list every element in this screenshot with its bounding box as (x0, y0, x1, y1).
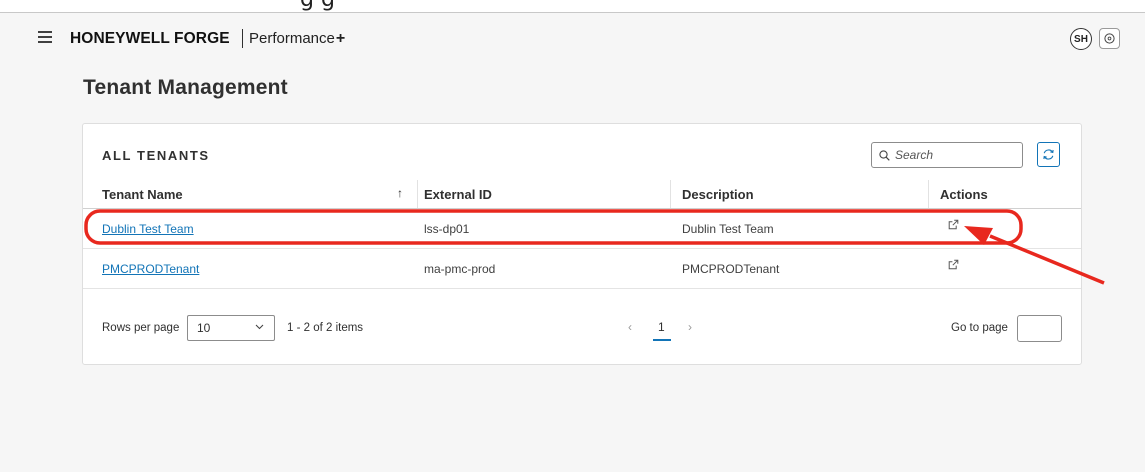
brand-logo: HONEYWELL FORGE (70, 30, 230, 47)
help-button[interactable] (1099, 28, 1120, 49)
arrow-up-icon[interactable]: ↑ (397, 186, 403, 200)
table-row: Dublin Test Team lss-dp01 Dublin Test Te… (83, 209, 1081, 249)
table-header: Tenant Name ↑ External ID Description Ac… (83, 180, 1081, 209)
column-header-external-id: External ID (424, 187, 492, 202)
rows-per-page-label: Rows per page (102, 322, 180, 334)
column-divider (928, 180, 929, 208)
chevron-down-icon (255, 324, 264, 330)
product-suffix: + (335, 30, 346, 47)
cropped-text: g g (300, 0, 335, 12)
search-icon (879, 149, 890, 161)
column-header-description: Description (682, 187, 754, 202)
product-label: Performance (249, 30, 335, 47)
page-title: Tenant Management (83, 76, 288, 99)
hamburger-icon[interactable] (38, 31, 52, 43)
open-external-icon[interactable] (948, 219, 959, 230)
external-id-cell: ma-pmc-prod (424, 262, 496, 276)
refresh-button[interactable] (1037, 142, 1060, 167)
description-cell: PMCPRODTenant (682, 262, 780, 276)
go-to-page-label: Go to page (951, 322, 1008, 334)
previous-page-button[interactable]: ‹ (628, 320, 632, 334)
tenant-link[interactable]: Dublin Test Team (102, 222, 194, 236)
external-id-cell: lss-dp01 (424, 222, 470, 236)
description-cell: Dublin Test Team (682, 222, 774, 236)
cropped-top-strip: g g (0, 0, 1145, 13)
items-count: 1 - 2 of 2 items (287, 322, 364, 334)
column-divider (670, 180, 671, 208)
tenants-card: ALL TENANTS Tenant Name ↑ External ID De… (82, 123, 1082, 365)
refresh-icon (1043, 149, 1054, 160)
column-header-tenant-name[interactable]: Tenant Name (102, 187, 183, 202)
open-external-icon[interactable] (948, 259, 959, 270)
user-avatar[interactable]: SH (1070, 28, 1092, 50)
brand-divider (242, 29, 243, 48)
current-page-indicator (653, 339, 671, 341)
product-name: Performance+ (249, 30, 345, 48)
table-row: PMCPRODTenant ma-pmc-prod PMCPRODTenant (83, 249, 1081, 289)
page-number-current[interactable]: 1 (658, 320, 665, 334)
rows-per-page-value: 10 (197, 321, 211, 335)
rows-per-page-select[interactable]: 10 (187, 315, 275, 341)
search-box[interactable] (871, 142, 1023, 168)
column-divider (417, 180, 418, 208)
tenant-link[interactable]: PMCPRODTenant (102, 262, 199, 276)
go-to-page-input[interactable] (1017, 315, 1062, 342)
next-page-button[interactable]: › (688, 320, 692, 334)
help-circle-icon (1104, 33, 1115, 44)
column-header-actions: Actions (940, 187, 988, 202)
app-header: HONEYWELL FORGE Performance+ SH (0, 13, 1145, 71)
card-title: ALL TENANTS (102, 148, 210, 163)
search-input[interactable] (895, 148, 1005, 162)
